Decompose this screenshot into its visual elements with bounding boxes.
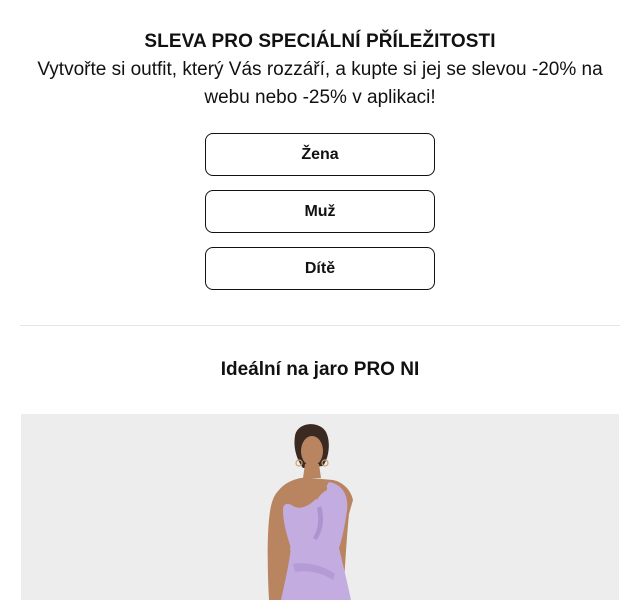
- category-buttons: Žena Muž Dítě: [0, 133, 640, 290]
- promo-title: SLEVA PRO SPECIÁLNÍ PŘÍLEŽITOSTI: [144, 31, 496, 52]
- section-divider: [20, 325, 620, 326]
- section-title: Ideální na jaro PRO NI: [220, 359, 420, 380]
- product-image[interactable]: [21, 414, 619, 600]
- email-page: SLEVA PRO SPECIÁLNÍ PŘÍLEŽITOSTI Vytvořt…: [0, 0, 640, 600]
- women-button[interactable]: Žena: [205, 133, 435, 176]
- kids-button[interactable]: Dítě: [205, 247, 435, 290]
- men-button[interactable]: Muž: [205, 190, 435, 233]
- promo-text: Vytvořte si outfit, který Vás rozzáří, a…: [37, 59, 603, 108]
- model-in-lilac-dress-icon: [21, 414, 619, 600]
- promo-section: SLEVA PRO SPECIÁLNÍ PŘÍLEŽITOSTI Vytvořt…: [0, 0, 640, 290]
